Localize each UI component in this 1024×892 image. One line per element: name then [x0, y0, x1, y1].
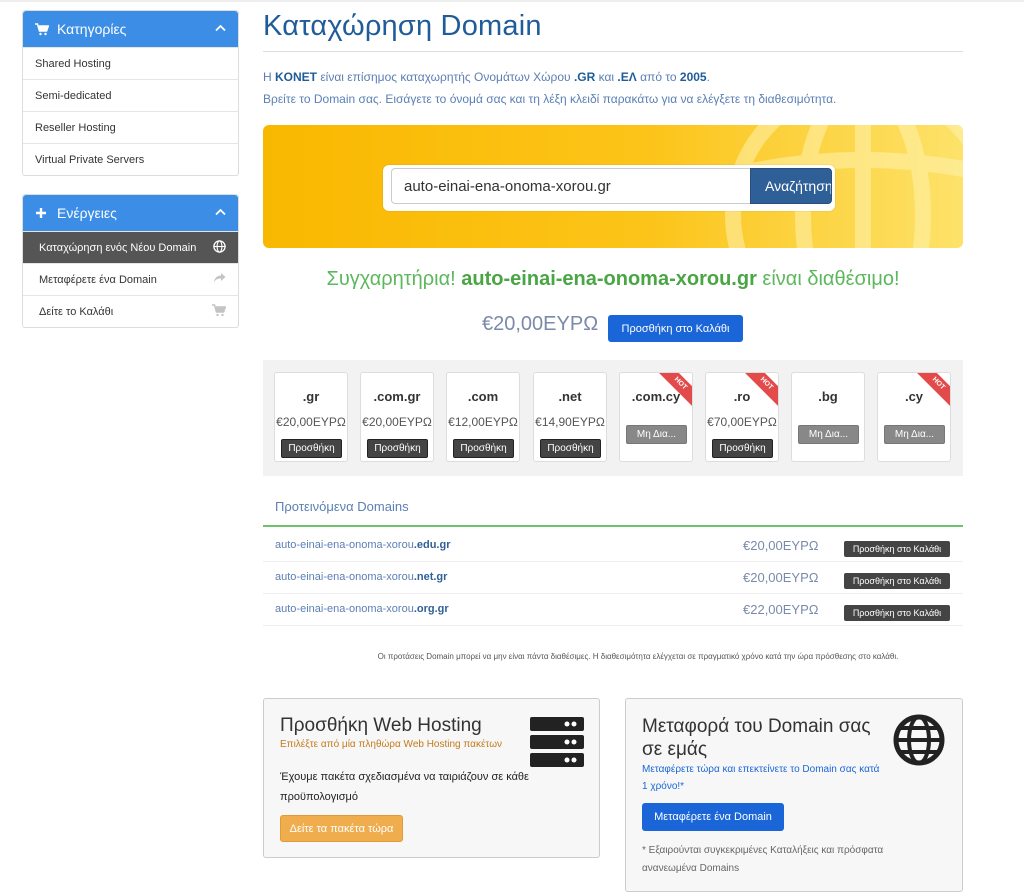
categories-panel: Κατηγορίες Shared Hosting Semi-dedicated…	[22, 10, 239, 176]
transfer-subtitle: Μεταφέρετε τώρα και επεκτείνετε το Domai…	[642, 764, 880, 792]
suggested-domain: auto-einai-ena-onoma-xorou.org.gr	[275, 603, 449, 615]
sidebar-item-register-domain[interactable]: Καταχώρηση ενός Νέου Domain	[23, 231, 238, 263]
tld-price: €70,00ΕΥΡΩ	[707, 415, 777, 429]
availability-note: Οι προτάσεις Domain μπορεί να μην είναι …	[377, 652, 899, 661]
tld-card: .net €14,90ΕΥΡΩ Προσθήκη	[533, 372, 607, 462]
transfer-title: Μεταφορά του Domain σας σε εμάς	[642, 716, 871, 760]
tld-spotlight: .gr €20,00ΕΥΡΩ Προσθήκη .com.gr €20,00ΕΥ…	[263, 360, 963, 476]
suggested-add-button[interactable]: Προσθήκη στο Καλάθι	[844, 573, 950, 589]
domain-search-input[interactable]	[391, 168, 750, 204]
tld-card: HOT .ro €70,00ΕΥΡΩ Προσθήκη	[705, 372, 779, 462]
globe-icon	[892, 713, 946, 772]
plus-icon	[35, 207, 51, 219]
sidebar-item-view-cart[interactable]: Δείτε το Καλάθι	[23, 295, 238, 327]
suggested-add-button[interactable]: Προσθήκη στο Καλάθι	[844, 605, 950, 621]
domain-search-hero: Αναζήτηση	[263, 125, 963, 248]
title-divider	[263, 51, 963, 52]
suggested-price: €20,00ΕΥΡΩ	[743, 570, 819, 585]
tld-name: .com.gr	[373, 389, 421, 404]
search-box: Αναζήτηση	[383, 165, 835, 211]
sidebar-item-label: Μεταφέρετε ένα Domain	[39, 273, 157, 286]
unavailable-tld-button[interactable]: Μη Δια...	[626, 425, 687, 444]
domain-price: €20,00ΕΥΡΩ	[482, 313, 599, 335]
tld-price: €12,00ΕΥΡΩ	[448, 415, 518, 429]
suggested-row: auto-einai-ena-onoma-xorou.org.gr €22,00…	[263, 594, 963, 626]
search-button[interactable]: Αναζήτηση	[750, 168, 832, 204]
view-hosting-packages-button[interactable]: Δείτε τα πακέτα τώρα	[280, 815, 403, 842]
add-tld-button[interactable]: Προσθήκη	[281, 439, 342, 458]
availability-message: Συγχαρητήρια! auto-einai-ena-onoma-xorou…	[326, 268, 900, 290]
actions-header[interactable]: Ενέργειες	[23, 195, 238, 231]
unavailable-tld-button[interactable]: Μη Δια...	[798, 425, 859, 444]
suggested-add-button[interactable]: Προσθήκη στο Καλάθι	[844, 541, 950, 557]
page-title: Καταχώρηση Domain	[263, 10, 542, 42]
tld-price: €20,00ΕΥΡΩ	[362, 415, 432, 429]
transfer-domain-button[interactable]: Μεταφέρετε ένα Domain	[642, 803, 784, 831]
suggested-divider	[263, 525, 963, 527]
tld-name: .net	[558, 389, 582, 404]
tld-card: .com.gr €20,00ΕΥΡΩ Προσθήκη	[360, 372, 434, 462]
suggested-domain: auto-einai-ena-onoma-xorou.net.gr	[275, 571, 448, 583]
web-hosting-box: Προσθήκη Web Hosting Επιλέξτε από μία πλ…	[263, 698, 600, 858]
top-border	[0, 0, 1024, 2]
suggested-price: €22,00ΕΥΡΩ	[743, 602, 819, 617]
sidebar-item-label: Semi-dedicated	[35, 89, 112, 102]
tld-price: €14,90ΕΥΡΩ	[535, 415, 605, 429]
hosting-subtitle: Επιλέξτε από μία πληθώρα Web Hosting πακ…	[280, 739, 503, 750]
server-icon	[530, 717, 584, 772]
cart-icon	[35, 22, 51, 36]
sidebar-item-semi-dedicated[interactable]: Semi-dedicated	[23, 79, 238, 111]
suggested-row: auto-einai-ena-onoma-xorou.edu.gr €20,00…	[263, 530, 963, 562]
tld-name: .gr	[302, 389, 320, 404]
add-tld-button[interactable]: Προσθήκη	[367, 439, 428, 458]
sidebar-item-transfer-domain[interactable]: Μεταφέρετε ένα Domain	[23, 263, 238, 295]
available-domain: auto-einai-ena-onoma-xorou.gr	[461, 268, 757, 290]
tld-name: .com	[467, 389, 499, 404]
suggested-price: €20,00ΕΥΡΩ	[743, 538, 819, 553]
add-tld-button[interactable]: Προσθήκη	[540, 439, 601, 458]
sidebar-item-label: Καταχώρηση ενός Νέου Domain	[39, 241, 197, 254]
hosting-title: Προσθήκη Web Hosting	[280, 715, 482, 736]
sidebar-item-label: Reseller Hosting	[35, 121, 116, 134]
transfer-footnote: * Εξαιρούνται συγκεκριμένες Καταλήξεις κ…	[642, 845, 884, 874]
sidebar-item-reseller-hosting[interactable]: Reseller Hosting	[23, 111, 238, 143]
sidebar-item-label: Δείτε το Καλάθι	[39, 305, 114, 318]
actions-panel: Ενέργειες Καταχώρηση ενός Νέου Domain Με…	[22, 194, 239, 328]
tld-card: HOT .com.cy Μη Δια...	[619, 372, 693, 462]
add-tld-button[interactable]: Προσθήκη	[453, 439, 514, 458]
tld-card: HOT .cy Μη Δια...	[877, 372, 951, 462]
add-tld-button[interactable]: Προσθήκη	[712, 439, 773, 458]
sidebar-item-shared-hosting[interactable]: Shared Hosting	[23, 47, 238, 79]
tld-card: .bg Μη Δια...	[791, 372, 865, 462]
globe-icon	[213, 240, 226, 256]
sidebar-item-vps[interactable]: Virtual Private Servers	[23, 143, 238, 175]
tld-card: .gr €20,00ΕΥΡΩ Προσθήκη	[274, 372, 348, 462]
suggested-row: auto-einai-ena-onoma-xorou.net.gr €20,00…	[263, 562, 963, 594]
actions-title: Ενέργειες	[57, 205, 117, 221]
chevron-up-icon[interactable]	[215, 205, 226, 219]
intro-text: Η KONET είναι επίσημος καταχωρητής Ονομά…	[263, 66, 836, 110]
sidebar-item-label: Shared Hosting	[35, 57, 111, 70]
chevron-up-icon[interactable]	[215, 21, 226, 35]
add-to-cart-button[interactable]: Προσθήκη στο Καλάθι	[608, 315, 743, 342]
suggested-domain: auto-einai-ena-onoma-xorou.edu.gr	[275, 539, 451, 551]
tld-price: €20,00ΕΥΡΩ	[276, 415, 346, 429]
cart-icon	[212, 304, 227, 320]
suggested-domains-title: Προτεινόμενα Domains	[275, 499, 409, 514]
unavailable-tld-button[interactable]: Μη Δια...	[884, 425, 945, 444]
share-icon	[213, 272, 226, 287]
intro-line-2: Βρείτε το Domain σας. Εισάγετε το όνομά …	[263, 92, 837, 106]
sidebar-item-label: Virtual Private Servers	[35, 153, 145, 166]
tld-card: .com €12,00ΕΥΡΩ Προσθήκη	[446, 372, 520, 462]
domain-transfer-box: Μεταφορά του Domain σας σε εμάς Μεταφέρε…	[625, 698, 963, 892]
categories-header[interactable]: Κατηγορίες	[23, 11, 238, 47]
hosting-text: Έχουμε πακέτα σχεδιασμένα να ταιριάζουν …	[280, 771, 529, 803]
categories-title: Κατηγορίες	[57, 21, 127, 37]
intro-line-1: Η KONET είναι επίσημος καταχωρητής Ονομά…	[263, 70, 710, 84]
tld-name: .bg	[818, 389, 838, 404]
